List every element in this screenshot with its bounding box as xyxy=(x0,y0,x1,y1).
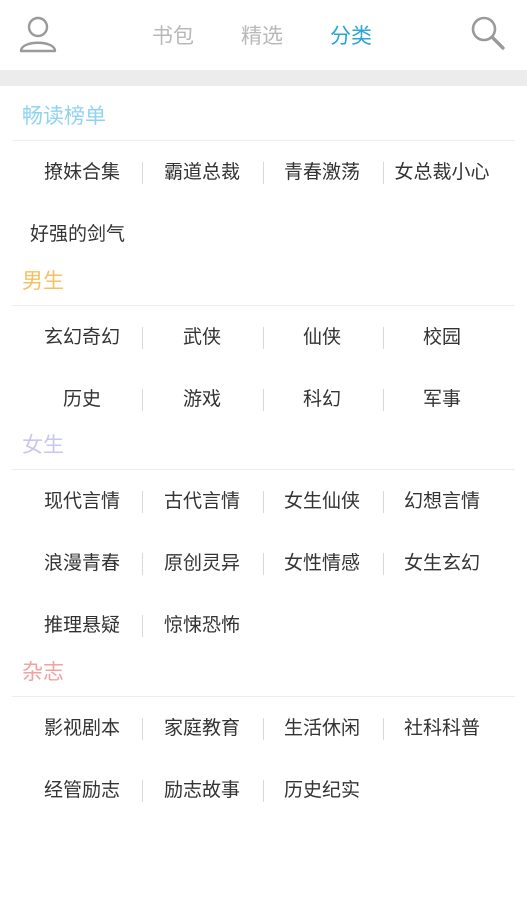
tab-categories[interactable]: 分类 xyxy=(330,22,372,50)
section-magazine-divider xyxy=(12,696,515,697)
category-item[interactable]: 原创灵异 xyxy=(142,545,262,581)
category-item[interactable]: 撩妹合集 xyxy=(22,154,142,190)
category-item[interactable]: 校园 xyxy=(382,319,502,355)
category-item[interactable]: 科幻 xyxy=(262,381,382,417)
category-item[interactable]: 经管励志 xyxy=(22,772,142,808)
category-item[interactable]: 推理悬疑 xyxy=(22,607,142,643)
category-item[interactable]: 女生玄幻 xyxy=(382,545,502,581)
category-row: 经管励志 励志故事 历史纪实 xyxy=(0,772,527,808)
category-row: 玄幻奇幻 武侠 仙侠 校园 xyxy=(0,319,527,355)
category-row: 好强的剑气 xyxy=(0,216,527,252)
tab-bar: 书包 精选 分类 xyxy=(0,0,527,72)
category-item[interactable]: 影视剧本 xyxy=(22,710,142,746)
tab-featured[interactable]: 精选 xyxy=(241,22,283,50)
section-magazine-title: 杂志 xyxy=(22,660,64,684)
category-row: 现代言情 古代言情 女生仙侠 幻想言情 xyxy=(0,483,527,519)
category-item[interactable]: 女总裁小心 xyxy=(382,154,502,190)
category-item[interactable]: 青春激荡 xyxy=(262,154,382,190)
category-item[interactable]: 社科科普 xyxy=(382,710,502,746)
header-divider xyxy=(0,70,527,86)
category-item[interactable]: 游戏 xyxy=(142,381,262,417)
category-item[interactable]: 幻想言情 xyxy=(382,483,502,519)
category-item[interactable]: 家庭教育 xyxy=(142,710,262,746)
category-item[interactable]: 霸道总裁 xyxy=(142,154,262,190)
section-female-divider xyxy=(12,469,515,470)
category-item[interactable]: 浪漫青春 xyxy=(22,545,142,581)
category-item[interactable]: 玄幻奇幻 xyxy=(22,319,142,355)
top-bar: 书包 精选 分类 xyxy=(0,0,527,72)
category-row: 影视剧本 家庭教育 生活休闲 社科科普 xyxy=(0,710,527,746)
category-row: 撩妹合集 霸道总裁 青春激荡 女总裁小心 xyxy=(0,154,527,190)
category-item[interactable]: 历史纪实 xyxy=(262,772,382,808)
search-icon[interactable] xyxy=(469,14,507,52)
category-item[interactable]: 武侠 xyxy=(142,319,262,355)
category-item[interactable]: 现代言情 xyxy=(22,483,142,519)
category-item[interactable]: 古代言情 xyxy=(142,483,262,519)
category-item[interactable]: 女生仙侠 xyxy=(262,483,382,519)
tab-bookshelf[interactable]: 书包 xyxy=(152,22,194,50)
category-item[interactable]: 励志故事 xyxy=(142,772,262,808)
category-row: 推理悬疑 惊悚恐怖 xyxy=(0,607,527,643)
category-item[interactable]: 好强的剑气 xyxy=(30,216,230,252)
section-male-title: 男生 xyxy=(22,269,64,293)
category-item[interactable]: 生活休闲 xyxy=(262,710,382,746)
category-item[interactable]: 军事 xyxy=(382,381,502,417)
category-item[interactable]: 惊悚恐怖 xyxy=(142,607,262,643)
category-row: 浪漫青春 原创灵异 女性情感 女生玄幻 xyxy=(0,545,527,581)
category-item[interactable]: 历史 xyxy=(22,381,142,417)
category-row: 历史 游戏 科幻 军事 xyxy=(0,381,527,417)
category-item[interactable]: 女性情感 xyxy=(262,545,382,581)
section-top-lists-title: 畅读榜单 xyxy=(22,104,106,128)
section-male-divider xyxy=(12,305,515,306)
category-item[interactable]: 仙侠 xyxy=(262,319,382,355)
section-female-title: 女生 xyxy=(22,433,64,457)
section-top-lists-divider xyxy=(12,140,515,141)
app-root: 书包 精选 分类 畅读榜单撩妹合集 霸道总裁 青春激荡 女总裁小心好强的剑气男生玄幻奇… xyxy=(0,0,527,900)
